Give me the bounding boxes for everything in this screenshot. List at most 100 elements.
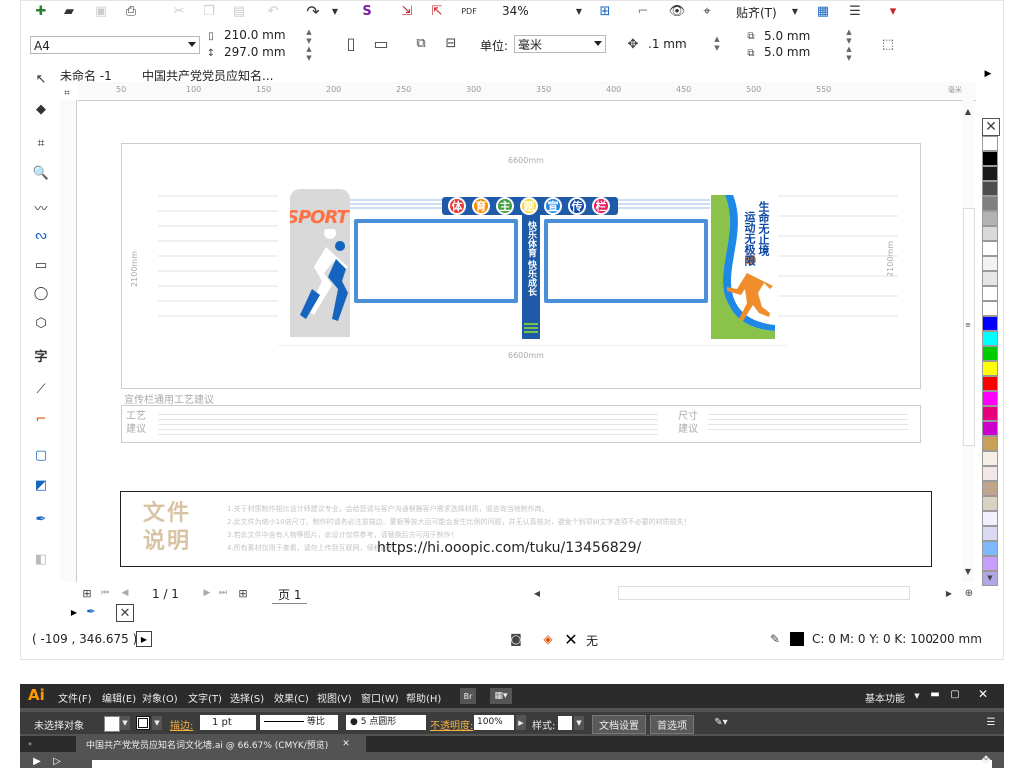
palette-swatch[interactable]	[982, 376, 998, 391]
all-pages-icon[interactable]: ⧉	[412, 34, 430, 52]
no-fill-status-icon[interactable]: ✕	[116, 604, 134, 622]
ai-menu-object[interactable]: 对象(O)	[142, 690, 178, 705]
add-page-after-icon[interactable]: ⊞	[236, 586, 250, 600]
ai-preferences-button[interactable]: 首选项	[650, 715, 694, 734]
landscape-button[interactable]: ▭	[372, 34, 390, 53]
full-screen-icon[interactable]: ⊞	[596, 2, 614, 20]
redo-dropdown-icon[interactable]: ▼	[326, 2, 344, 20]
ai-selection-tool-icon[interactable]: ▶	[30, 754, 44, 768]
palette-swatch[interactable]	[982, 406, 998, 421]
options-icon[interactable]: ▦	[814, 2, 832, 20]
height-spinner[interactable]: ▲ ▼	[304, 45, 314, 63]
palette-swatch[interactable]	[982, 391, 998, 406]
duplicate-x-value[interactable]: 5.0 mm	[764, 29, 810, 43]
view-icon[interactable]: 👁	[668, 2, 686, 20]
palette-swatch[interactable]	[982, 301, 998, 316]
ai-document-tab[interactable]: 中国共产党党员应知名词文化墙.ai @ 66.67% (CMYK/预览) ✕	[76, 736, 366, 752]
ai-direct-select-icon[interactable]: ▷	[50, 754, 64, 768]
ai-style-dropdown-icon[interactable]: ▼	[574, 716, 584, 730]
palette-swatch[interactable]	[982, 451, 998, 466]
ai-menu-edit[interactable]: 编辑(E)	[102, 690, 136, 705]
ai-stroke-label[interactable]: 描边:	[170, 717, 193, 732]
text-tool-icon[interactable]: 字	[32, 346, 50, 365]
minimize-icon[interactable]: ▬	[926, 686, 944, 702]
zoom-tool-icon[interactable]: 🔍	[32, 164, 50, 182]
palette-swatch[interactable]	[982, 241, 998, 256]
tab-scroll-right-icon[interactable]: ▶	[982, 68, 994, 80]
fill-bucket-icon[interactable]: ◈	[540, 631, 556, 647]
workspace-switcher[interactable]: 基本功能	[865, 690, 905, 705]
palette-swatch[interactable]	[982, 256, 998, 271]
zoom-dropdown-icon[interactable]: ▼	[570, 2, 588, 20]
portrait-button[interactable]: ▯	[342, 34, 360, 53]
duplicate-x-spinner[interactable]: ▲ ▼	[844, 28, 854, 46]
page-tab-1[interactable]: 页 1	[272, 586, 308, 604]
snap-to-menu[interactable]: 贴齐(T)	[736, 4, 777, 21]
open-folder-icon[interactable]: ▰	[60, 2, 78, 20]
print-icon[interactable]: ⎙	[122, 2, 140, 20]
scroll-up-icon[interactable]: ▲	[962, 106, 974, 116]
palette-swatch[interactable]	[982, 331, 998, 346]
dimension-tool-icon[interactable]: ⟋	[32, 380, 50, 398]
palette-swatch[interactable]	[982, 151, 998, 166]
palette-swatch[interactable]	[982, 541, 998, 556]
pick-tool-icon[interactable]: ↖	[32, 70, 50, 88]
zoom-level[interactable]: 34%	[502, 4, 529, 18]
palette-swatch[interactable]	[982, 226, 998, 241]
horizontal-scroll-left-icon[interactable]: ◀	[532, 586, 542, 600]
current-page-icon[interactable]: ⊟	[440, 34, 462, 52]
nudge-distance[interactable]: .1 mm	[648, 37, 687, 51]
workspace-dropdown-icon[interactable]: ▼	[912, 690, 922, 702]
cut-icon[interactable]: ✂	[170, 2, 188, 20]
ai-stroke-swatch[interactable]	[136, 716, 150, 730]
new-document-icon[interactable]: ✚	[32, 2, 50, 20]
first-page-icon[interactable]: ⏮	[98, 586, 112, 600]
palette-swatch[interactable]	[982, 136, 998, 151]
copy-icon[interactable]: ❐	[200, 2, 218, 20]
page-width-value[interactable]: 210.0 mm	[224, 28, 286, 42]
paste-icon[interactable]: ▤	[230, 2, 248, 20]
duplicate-y-spinner[interactable]: ▲ ▼	[844, 45, 854, 63]
polygon-tool-icon[interactable]: ⬡	[32, 314, 50, 332]
ai-menu-view[interactable]: 视图(V)	[317, 690, 352, 705]
palette-swatch[interactable]	[982, 181, 998, 196]
welcome-icon[interactable]: ▾	[884, 2, 902, 20]
horizontal-scroll-thumb[interactable]	[618, 586, 910, 600]
palette-swatch[interactable]	[982, 346, 998, 361]
palette-swatch[interactable]	[982, 466, 998, 481]
ai-menu-file[interactable]: 文件(F)	[58, 690, 92, 705]
palette-swatch[interactable]	[982, 421, 998, 436]
ai-collapse-panel-icon[interactable]: «	[24, 738, 36, 750]
freehand-tool-icon[interactable]: 〰	[32, 198, 50, 217]
width-spinner[interactable]: ▲ ▼	[304, 28, 314, 46]
navigator-icon[interactable]: ⊕	[962, 586, 976, 600]
eyedropper-status-icon[interactable]: ✒	[84, 604, 98, 618]
page-size-select[interactable]: A4	[30, 36, 200, 54]
ai-tab-close-icon[interactable]: ✕	[340, 738, 352, 750]
bridge-icon[interactable]: Br	[460, 688, 476, 704]
no-color-swatch-icon[interactable]: ✕	[982, 118, 1000, 136]
scroll-down-icon[interactable]: ▼	[962, 566, 974, 576]
palette-swatch[interactable]	[982, 526, 998, 541]
ai-stroke-weight[interactable]: 1 pt	[200, 715, 256, 730]
guidelines-icon[interactable]: ⌐	[634, 2, 652, 20]
eyedropper-tool-icon[interactable]: ✒	[32, 510, 50, 528]
ai-panel-menu-icon[interactable]: ☰	[984, 715, 998, 730]
application-launcher-icon[interactable]: ☰	[846, 2, 864, 20]
ai-fill-dropdown-icon[interactable]: ▼	[120, 716, 130, 730]
ai-profile-select[interactable]: 等比	[260, 715, 338, 730]
palette-swatch[interactable]	[982, 511, 998, 526]
palette-swatch[interactable]	[982, 436, 998, 451]
ai-document-setup-button[interactable]: 文档设置	[592, 715, 646, 734]
nudge-spinner[interactable]: ▲ ▼	[712, 35, 722, 53]
horizontal-scroll-right-icon[interactable]: ▶	[944, 586, 954, 600]
ai-fill-swatch[interactable]	[104, 716, 120, 732]
crop-tool-icon[interactable]: ⌗	[32, 134, 50, 152]
import-icon[interactable]: ⇲	[398, 2, 416, 20]
arrange-documents-icon[interactable]: ▦▾	[490, 688, 512, 704]
close-icon[interactable]: ✕	[974, 686, 992, 702]
ai-stroke-dropdown-icon[interactable]: ▼	[152, 716, 162, 730]
expand-docker-icon[interactable]: ▶	[68, 606, 80, 618]
last-page-icon[interactable]: ⏭	[216, 586, 230, 600]
ai-menu-select[interactable]: 选择(S)	[230, 690, 264, 705]
